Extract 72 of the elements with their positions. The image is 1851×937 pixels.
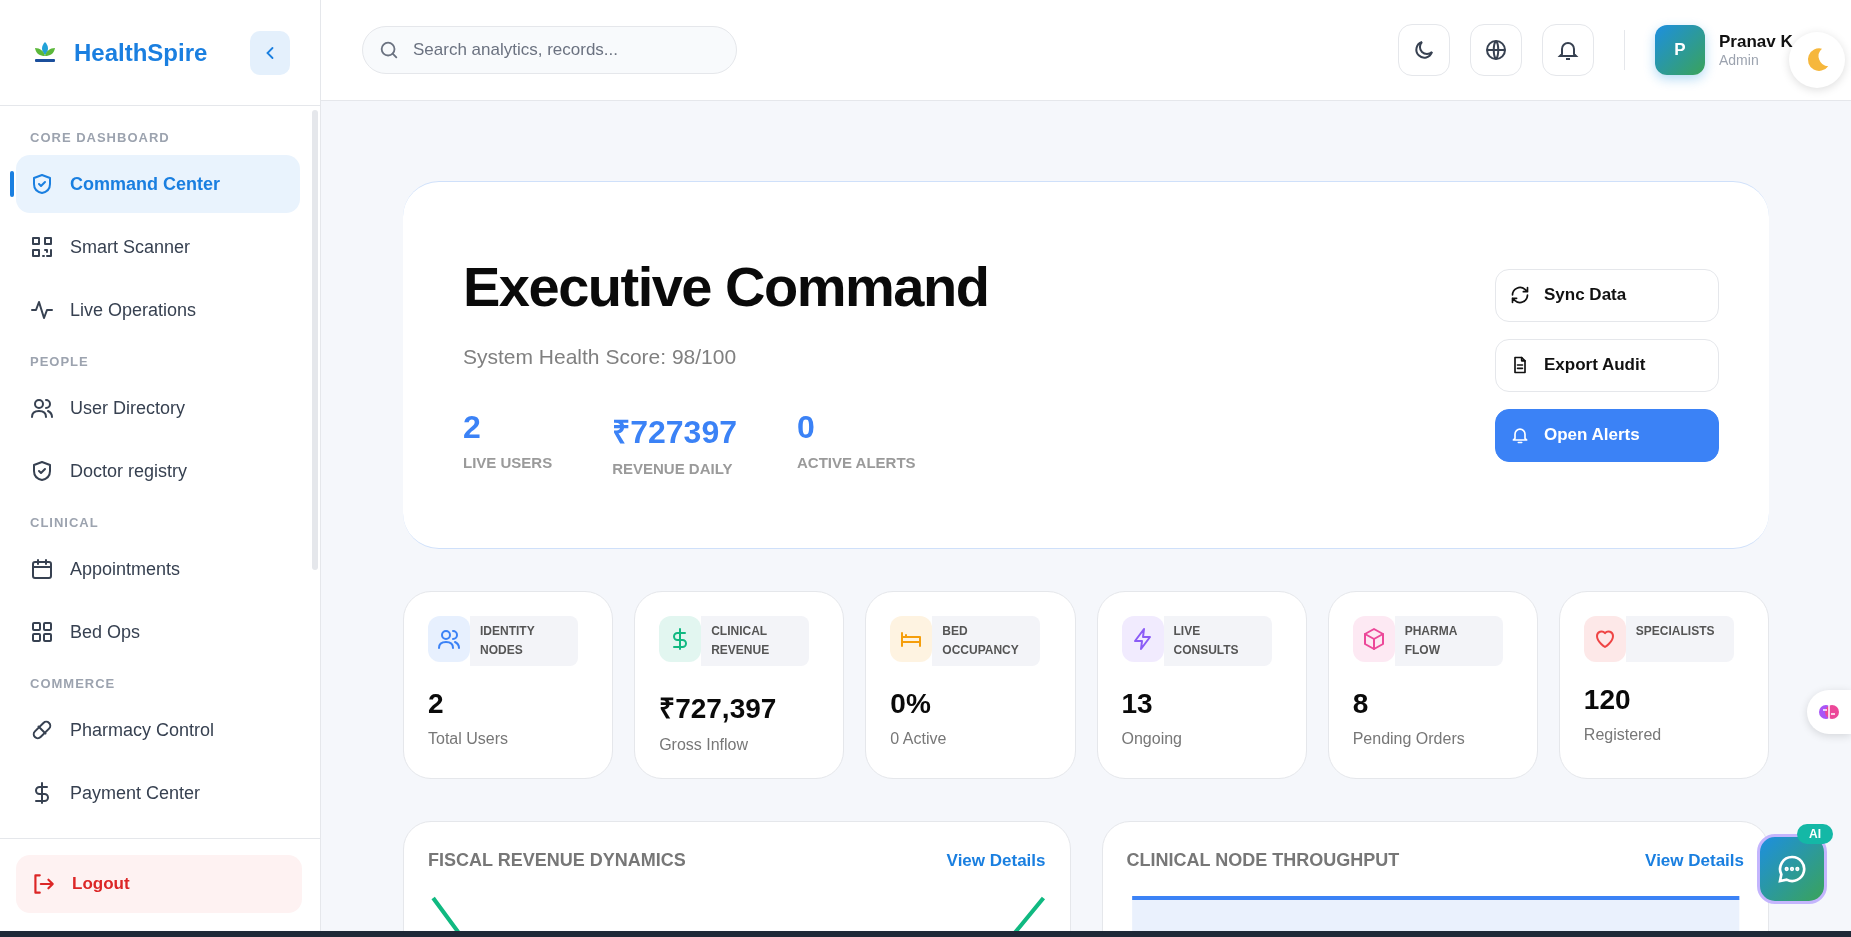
box-icon (1361, 627, 1386, 651)
metric-value: 2 (463, 408, 482, 446)
stat-value: ₹727,397 (659, 692, 778, 726)
stat-tag: SPECIALISTS (1625, 616, 1734, 662)
stat-value: 13 (1121, 688, 1154, 720)
logout-button[interactable]: Logout (16, 855, 302, 913)
chat-bubble-icon (1776, 853, 1808, 885)
sidebar-item[interactable]: User Directory (16, 379, 300, 437)
users-icon (437, 627, 461, 651)
user-name: Pranav K (1719, 32, 1793, 52)
qr-code-icon (30, 235, 54, 259)
section-label: CORE DASHBOARD (29, 129, 171, 147)
shield-check-icon (30, 459, 54, 483)
action-button[interactable]: Export Audit (1495, 338, 1719, 392)
stat-tag: PHARMA FLOW (1394, 616, 1503, 666)
sidebar-item[interactable]: Bed Ops (16, 603, 300, 661)
action-button[interactable]: Open Alerts (1495, 408, 1719, 462)
sidebar-item[interactable]: Payment Center (16, 764, 300, 822)
stat-caption: Registered (1583, 726, 1663, 744)
search-icon (378, 39, 400, 61)
chart-title: CLINICAL NODE THROUGHPUT (1126, 850, 1400, 871)
moon-icon (1412, 38, 1436, 62)
metric-value: ₹727397 (612, 412, 737, 452)
metric-label: LIVE USERS (463, 453, 553, 471)
notifications-button[interactable] (1542, 24, 1594, 76)
health-score: System Health Score: 98/100 (463, 344, 738, 369)
brain-button[interactable] (1807, 690, 1851, 734)
stat-tag: BED OCCUPANCY (932, 616, 1041, 666)
pulse-icon (30, 298, 54, 322)
stat-caption: Total Users (428, 730, 510, 748)
sidebar-item[interactable]: Appointments (16, 540, 300, 598)
metric-value: 0 (796, 408, 816, 446)
sidebar-item[interactable]: Doctor registry (16, 442, 300, 500)
shield-check-icon (30, 172, 54, 196)
calendar-icon (30, 557, 54, 581)
ai-badge: AI (1797, 824, 1833, 844)
search-field[interactable]: Search analytics, records... (362, 26, 737, 74)
users-icon (30, 396, 54, 420)
bell-icon (1510, 425, 1530, 445)
view-details-link[interactable]: View Details (1645, 850, 1744, 871)
stat-value: 8 (1352, 688, 1370, 720)
language-button[interactable] (1470, 24, 1522, 76)
sidebar-item[interactable]: Smart Scanner (16, 218, 300, 276)
metric-label: ACTIVE ALERTS (796, 453, 916, 471)
stat-tag: IDENTITY NODES (470, 616, 578, 666)
scrollbar[interactable] (312, 110, 318, 570)
section-label: PEOPLE (29, 353, 90, 371)
theme-toggle-button[interactable] (1398, 24, 1450, 76)
stat-value: 2 (428, 688, 445, 720)
stat-tag: CLINICAL REVENUE (701, 616, 810, 666)
grid-icon (30, 620, 54, 644)
stat-caption: Gross Inflow (659, 736, 750, 754)
view-details-link[interactable]: View Details (946, 850, 1046, 871)
stat-caption: Ongoing (1121, 730, 1183, 748)
stat-value: 0% (890, 688, 932, 720)
sidebar-item[interactable]: Live Operations (16, 281, 300, 339)
stat-caption: 0 Active (890, 730, 948, 748)
sync-icon (1510, 285, 1530, 305)
stat-tag: LIVE CONSULTS (1163, 616, 1272, 666)
section-label: CLINICAL (29, 514, 100, 532)
page-title: Executive Command (463, 253, 989, 319)
section-label: COMMERCE (29, 675, 117, 693)
metric-label: REVENUE DAILY (612, 459, 734, 477)
pill-icon (30, 718, 54, 742)
brand-name: HealthSpire (74, 38, 209, 67)
chart-title: FISCAL REVENUE DYNAMICS (428, 850, 686, 871)
stat-caption: Pending Orders (1352, 730, 1466, 748)
globe-icon (1484, 38, 1508, 62)
action-button[interactable]: Sync Data (1495, 268, 1719, 322)
user-role: Admin (1719, 52, 1759, 68)
stat-value: 120 (1583, 684, 1632, 716)
sidebar-item[interactable]: Pharmacy Control (16, 701, 300, 759)
